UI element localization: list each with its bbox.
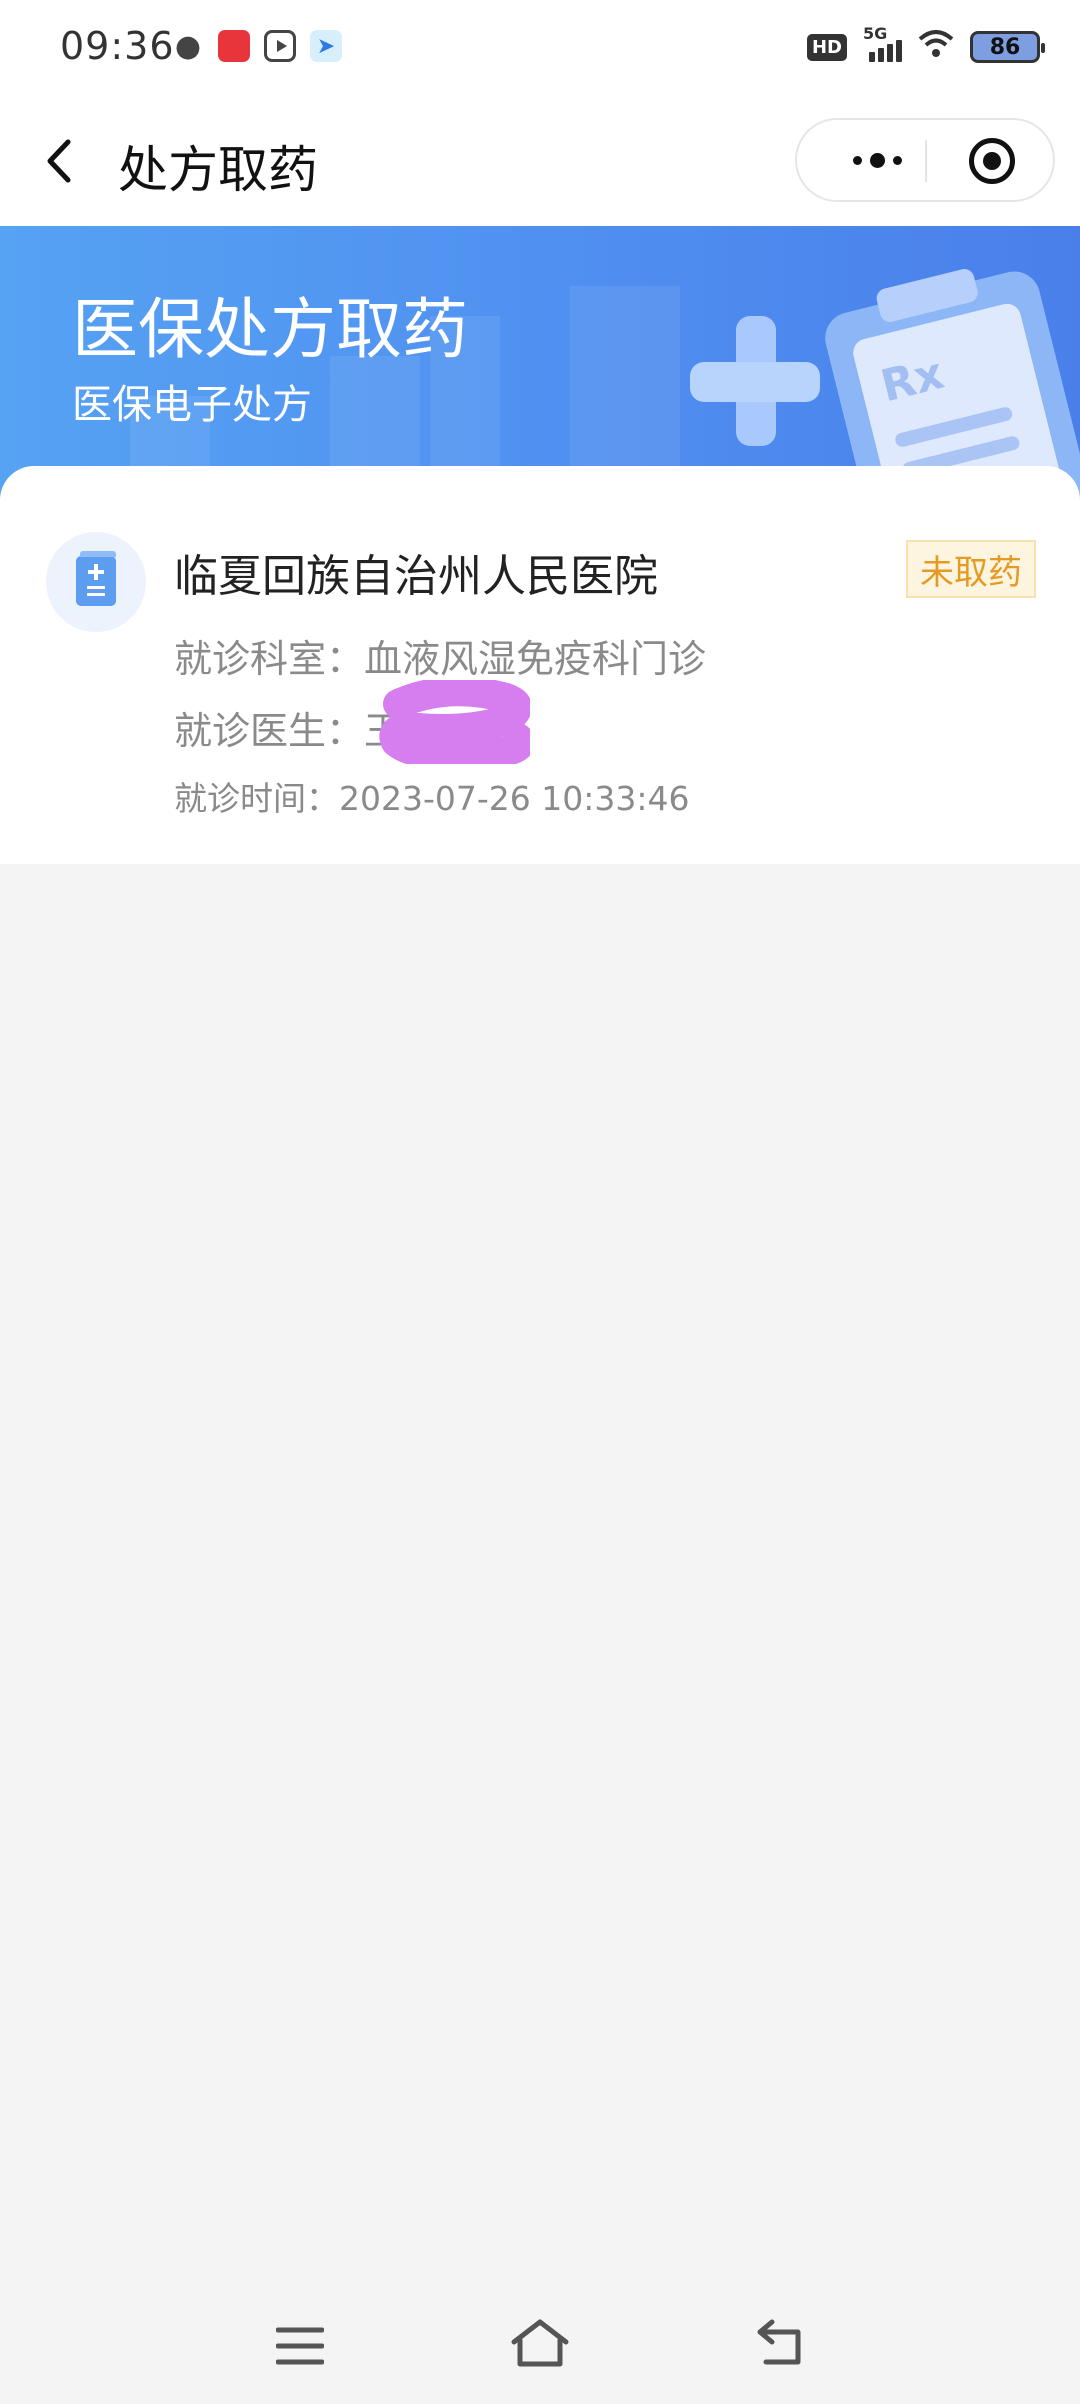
department-value: 血液风湿免疫科门诊 (364, 637, 707, 681)
network-label: 5G (863, 24, 888, 43)
medical-cross-icon (690, 316, 820, 446)
target-close-icon[interactable] (969, 138, 1015, 184)
doctor-label: 就诊医生： (174, 709, 365, 753)
prescription-card[interactable]: 临夏回族自治州人民医院 未取药 就诊科室：血液风湿免疫科门诊 就诊医生：王 就诊… (0, 466, 1080, 864)
redaction-scribble (379, 680, 530, 764)
more-dots-icon[interactable] (827, 120, 927, 200)
system-nav-bar (0, 2290, 1080, 2404)
notification-icons: ● ➤ (172, 28, 342, 64)
visit-time-row: 就诊时间：2023-07-26 10:33:46 (174, 772, 689, 820)
department-row: 就诊科室：血液风湿免疫科门诊 (174, 628, 706, 683)
banner: 医保处方取药 医保电子处方 Rx (0, 226, 1080, 506)
battery-icon: 86 (970, 31, 1045, 63)
banner-subtitle: 医保电子处方 (72, 382, 312, 428)
menu-icon[interactable] (276, 2326, 324, 2366)
wifi-icon (918, 28, 954, 66)
wechat-icon: ● (174, 28, 202, 64)
red-app-icon (218, 30, 250, 62)
back-icon[interactable] (754, 2318, 806, 2368)
hospital-name: 临夏回族自治州人民医院 (174, 551, 658, 602)
send-app-icon: ➤ (310, 30, 342, 62)
battery-level: 86 (989, 34, 1021, 60)
hd-badge: HD (806, 33, 847, 61)
banner-title: 医保处方取药 (72, 291, 468, 368)
department-label: 就诊科室： (174, 637, 365, 681)
signal-icon: 5G (863, 24, 902, 62)
visit-time-value: 2023-07-26 10:33:46 (339, 779, 690, 818)
status-badge: 未取药 (906, 540, 1036, 598)
medical-record-icon (46, 532, 146, 632)
capsule-divider (925, 140, 927, 182)
doctor-row: 就诊医生：王 (174, 700, 402, 755)
visit-time-label: 就诊时间： (174, 779, 339, 818)
chevron-left-icon[interactable] (40, 136, 80, 186)
mini-program-capsule (795, 118, 1055, 202)
home-icon[interactable] (510, 2318, 570, 2370)
nav-bar: 处方取药 (0, 96, 1080, 226)
status-bar: 09:36 ● ➤ HD 5G 86 (0, 0, 1080, 96)
video-app-icon (264, 30, 296, 62)
page-title: 处方取药 (118, 141, 318, 199)
status-time: 09:36 (60, 24, 175, 68)
system-status-icons: HD 5G 86 (806, 24, 1045, 66)
